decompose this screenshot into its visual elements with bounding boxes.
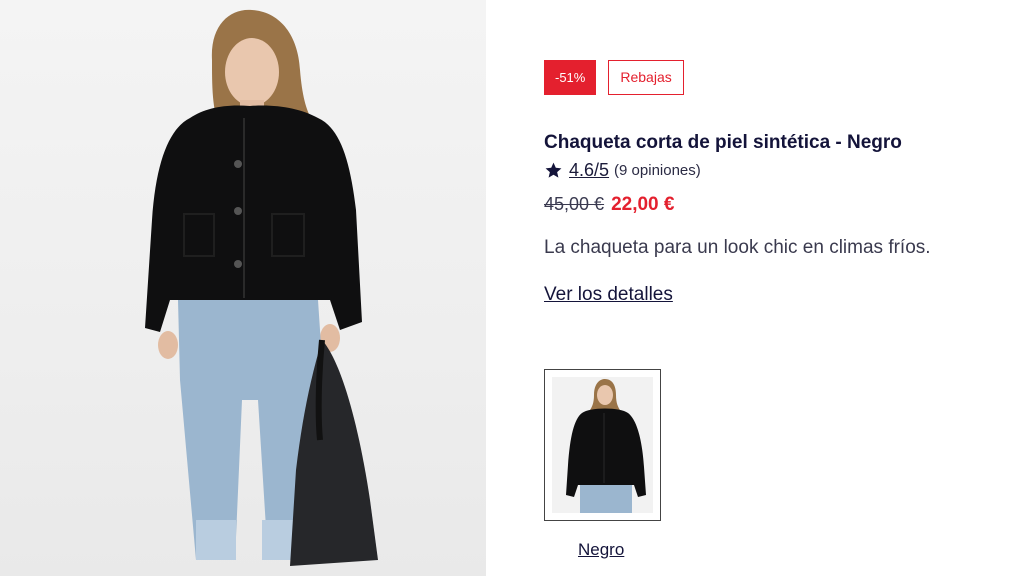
product-description: La chaqueta para un look chic en climas …: [544, 237, 931, 258]
star-icon: [544, 161, 563, 180]
color-swatch-negro[interactable]: [544, 369, 661, 521]
current-price: 22,00 €: [611, 194, 675, 215]
product-rating[interactable]: 4.6/5 (9 opiniones): [544, 158, 701, 182]
badge-group: -51% Rebajas: [544, 60, 684, 95]
sale-badge: Rebajas: [608, 60, 684, 95]
rating-count: (9 opiniones): [614, 161, 701, 179]
price-block: 45,00 € 22,00 €: [544, 194, 674, 216]
product-title: Chaqueta corta de piel sintética - Negro: [544, 132, 902, 153]
model-photo-illustration: [145, 9, 378, 566]
product-main-image: [0, 0, 486, 576]
rating-score[interactable]: 4.6/5: [569, 160, 609, 181]
view-details-link[interactable]: Ver los detalles: [544, 284, 673, 306]
old-price: 45,00 €: [544, 194, 605, 214]
color-option-label[interactable]: Negro: [578, 540, 624, 560]
swatch-thumbnail: [552, 377, 653, 513]
product-info-panel: -51% Rebajas Chaqueta corta de piel sint…: [544, 0, 1014, 576]
discount-badge: -51%: [544, 60, 597, 95]
